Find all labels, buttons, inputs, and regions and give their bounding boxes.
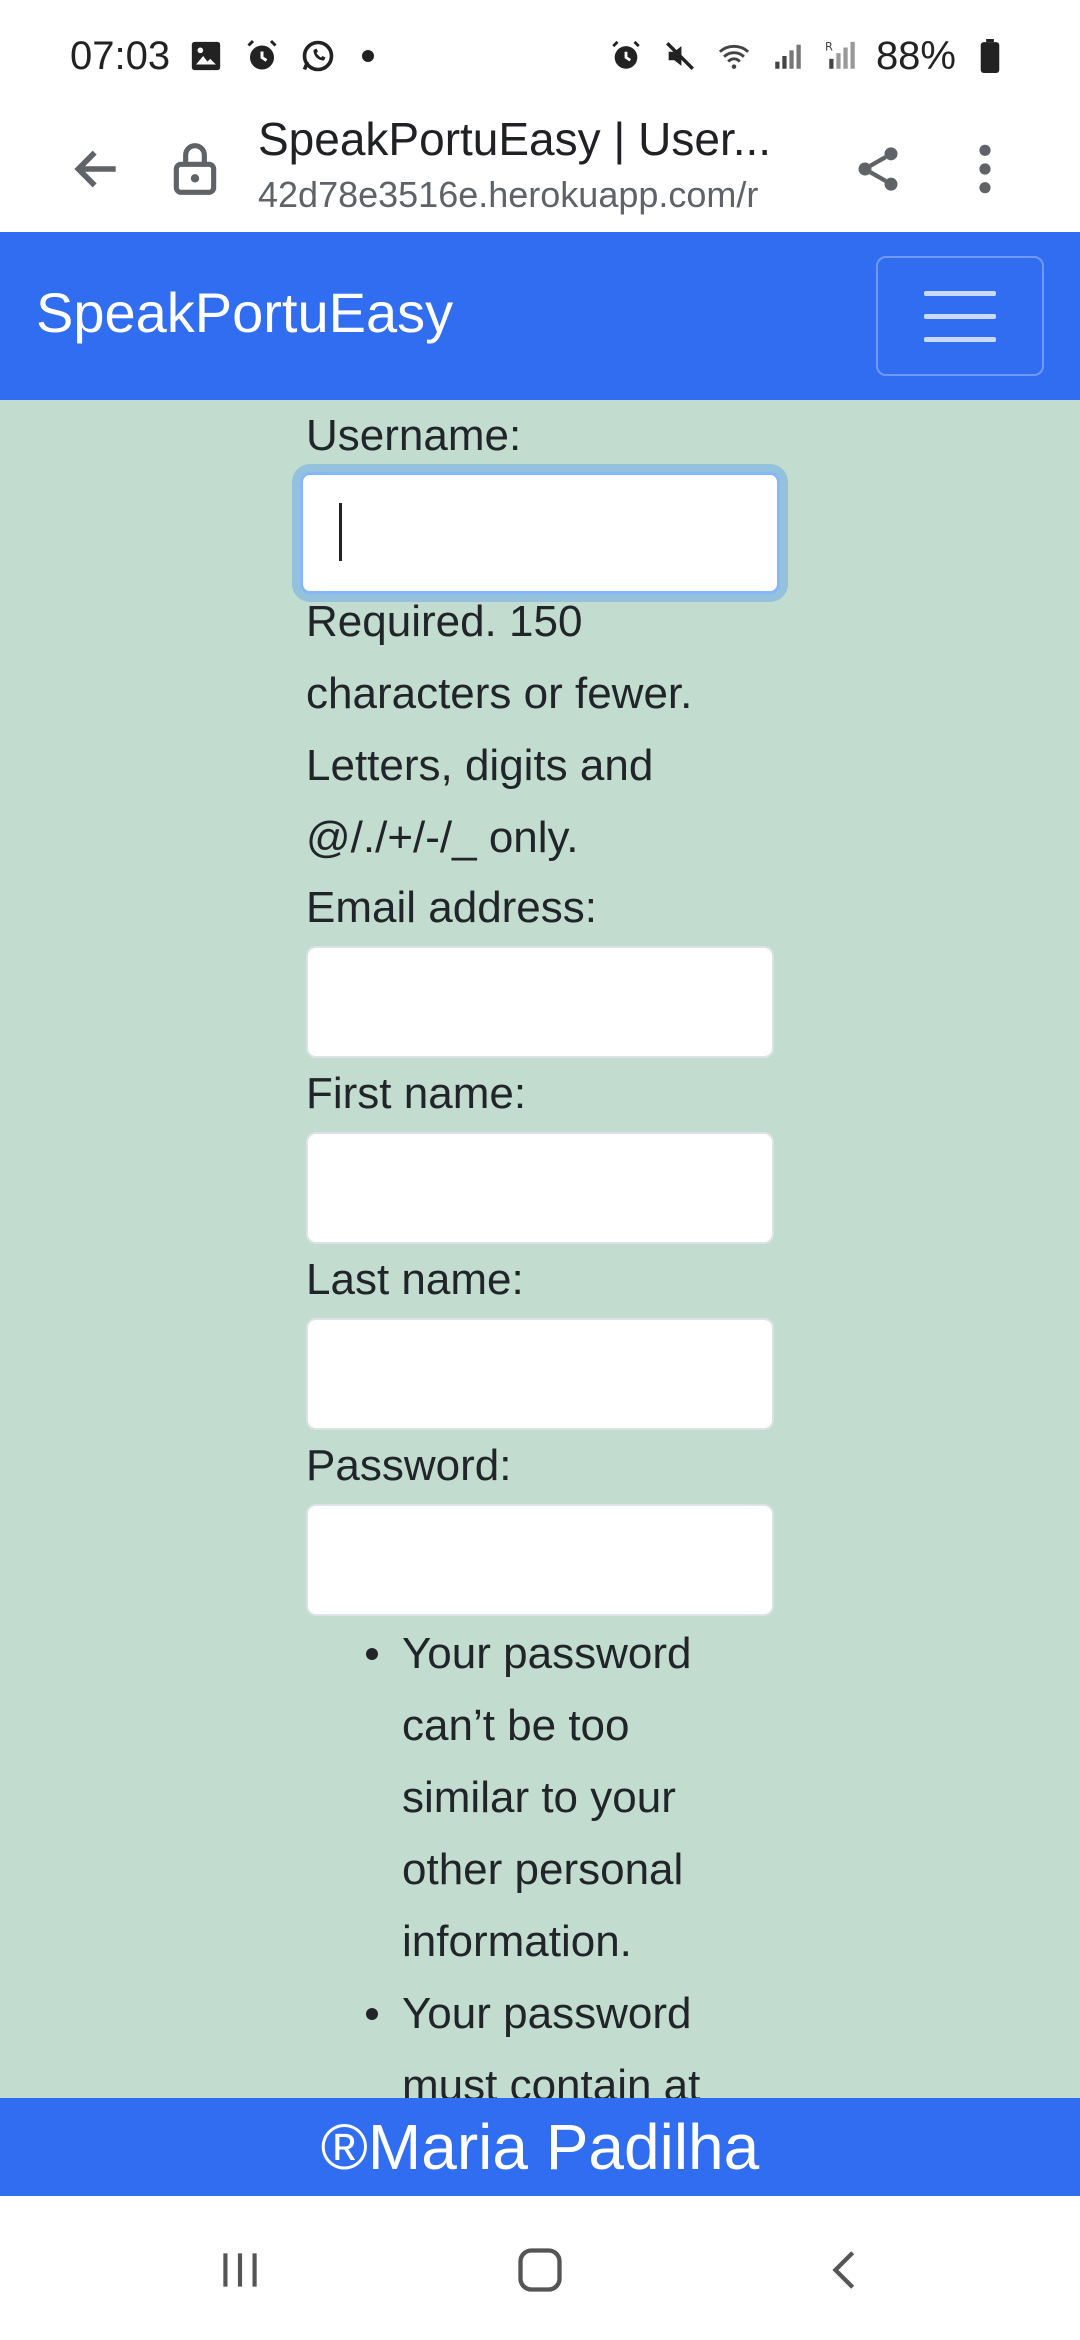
svg-text:R: R xyxy=(825,39,833,53)
hamburger-icon-bar xyxy=(924,313,996,319)
system-nav-bar xyxy=(0,2196,1080,2340)
brand-link[interactable]: SpeakPortuEasy xyxy=(36,280,453,345)
password-rules-list: Your password can’t be too similar to yo… xyxy=(366,1618,762,2098)
signal-roaming-icon: R xyxy=(822,36,862,76)
chevron-left-icon xyxy=(832,2251,855,2289)
alarm-icon xyxy=(242,36,282,76)
footer-text: ®Maria Padilha xyxy=(320,2111,760,2183)
navbar-toggler-button[interactable] xyxy=(876,256,1044,376)
more-options-button[interactable] xyxy=(960,134,1010,204)
password-rule: Your password can’t be too similar to yo… xyxy=(366,1618,762,1978)
gallery-icon xyxy=(186,36,226,76)
browser-back-button[interactable] xyxy=(62,134,132,204)
alarm-icon xyxy=(606,36,646,76)
browser-page-title: SpeakPortuEasy | User... xyxy=(258,113,772,165)
arrow-left-icon xyxy=(74,150,116,188)
battery-percent: 88% xyxy=(875,33,956,78)
mute-icon xyxy=(660,36,700,76)
hamburger-icon-bar xyxy=(924,290,996,296)
first-name-input[interactable] xyxy=(306,1132,774,1244)
username-label: Username: xyxy=(306,411,522,460)
last-name-input[interactable] xyxy=(306,1318,774,1430)
wifi-icon xyxy=(714,36,754,76)
browser-url: 42d78e3516e.herokuapp.com/r xyxy=(258,174,759,215)
more-vertical-icon xyxy=(979,144,991,194)
status-left: 07:03 xyxy=(70,33,375,79)
lock-icon xyxy=(173,143,217,195)
recents-icon xyxy=(223,2253,257,2287)
last-name-label: Last name: xyxy=(306,1255,524,1304)
system-back-button[interactable] xyxy=(815,2240,875,2300)
recent-apps-button[interactable] xyxy=(210,2240,270,2300)
email-input[interactable] xyxy=(306,946,774,1058)
app-navbar: SpeakPortuEasy xyxy=(0,232,1080,400)
share-icon xyxy=(858,147,898,191)
browser-toolbar: SpeakPortuEasy | User... 42d78e3516e.her… xyxy=(0,112,1080,232)
site-info-button[interactable] xyxy=(165,134,225,204)
notification-dot-icon xyxy=(362,50,375,62)
address-bar[interactable]: SpeakPortuEasy | User... 42d78e3516e.her… xyxy=(258,112,808,232)
hamburger-icon-bar xyxy=(924,336,996,342)
password-label: Password: xyxy=(306,1441,512,1490)
password-rule: Your password must contain at xyxy=(366,1978,762,2098)
battery-icon xyxy=(970,36,1010,76)
share-button[interactable] xyxy=(848,134,908,204)
main-content: Username: Required. 150 characters or fe… xyxy=(0,400,1080,2098)
clock: 07:03 xyxy=(70,33,171,78)
first-name-label: First name: xyxy=(306,1069,527,1118)
site-footer: ®Maria Padilha xyxy=(0,2098,1080,2196)
home-button[interactable] xyxy=(510,2240,570,2300)
status-bar: 07:03 R 88% xyxy=(0,0,1080,112)
text-caret xyxy=(339,503,342,561)
username-input[interactable] xyxy=(300,472,780,594)
signal-icon xyxy=(768,36,808,76)
username-help-text: Required. 150 characters or fewer. Lette… xyxy=(306,597,693,862)
status-right: R 88% xyxy=(606,34,1010,79)
email-label: Email address: xyxy=(306,883,598,932)
screen: 07:03 R 88% SpeakPortuEasy | User... 42d… xyxy=(0,0,1080,2340)
whatsapp-icon xyxy=(298,36,338,76)
home-icon xyxy=(518,2248,562,2292)
password-input[interactable] xyxy=(306,1504,774,1616)
